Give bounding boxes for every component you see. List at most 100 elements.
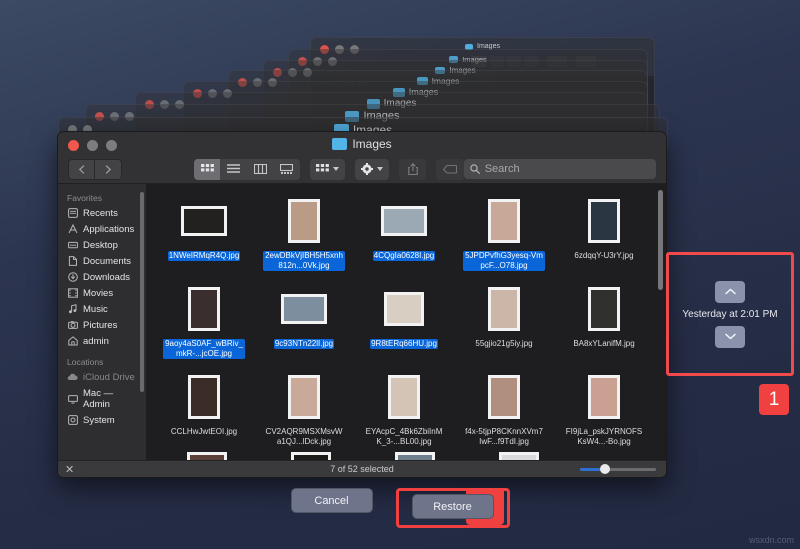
file-name-label: 5JPDPvfhG3yesq-VmpcF...O78.jpg <box>463 251 545 271</box>
sidebar-item-label: Applications <box>83 224 134 235</box>
sidebar-section-header-locations: Locations <box>58 354 146 369</box>
file-name-label: FI9jLa_pskJYRNOFSKsW4...-Bo.jpg <box>563 427 645 447</box>
view-mode-segmented-control[interactable] <box>194 159 300 180</box>
file-item[interactable] <box>476 452 562 460</box>
content-scrollbar[interactable] <box>658 190 663 290</box>
tag-button[interactable] <box>436 159 463 180</box>
file-name-label: f4x-5tjpP8CKnnXVm7IwF...f9TdI.jpg <box>463 427 545 447</box>
action-menu-button[interactable] <box>355 159 389 180</box>
file-item[interactable]: 4CQgIa0628I.jpg <box>354 190 454 278</box>
file-item[interactable]: 55gjio21g5iy.jpg <box>454 278 554 366</box>
icon-size-slider[interactable] <box>580 464 656 474</box>
list-view-button[interactable] <box>220 159 246 180</box>
file-grid-area: 1NWeIRMqR4Q.jpg 2ewDBkVjIBH5H5xnh812n...0… <box>146 184 666 460</box>
sidebar-item-desktop[interactable]: Desktop <box>58 237 146 253</box>
slider-knob[interactable] <box>600 464 610 474</box>
sidebar-item-mac-admin[interactable]: Mac — Admin <box>58 385 146 412</box>
file-thumbnail-wrap <box>288 370 320 424</box>
file-thumbnail <box>588 199 620 243</box>
file-item[interactable]: CV2AQR9MSXMsvWa1QJ...lDck.jpg <box>254 366 354 454</box>
file-thumbnail <box>291 452 331 460</box>
file-item[interactable]: EYAcpC_4Bk6ZbiInMK_3-...BL00.jpg <box>354 366 454 454</box>
file-item[interactable]: CCLHwJwtEOI.jpg <box>154 366 254 454</box>
search-field[interactable]: Search <box>464 159 656 179</box>
file-name-label: 9aoy4aS0AF_wBRiv_mkR-...jcOE.jpg <box>163 339 245 359</box>
file-thumbnail <box>181 206 227 236</box>
file-thumbnail-wrap <box>188 370 220 424</box>
file-item[interactable]: f4x-5tjpP8CKnnXVm7IwF...f9TdI.jpg <box>454 366 554 454</box>
desktop-icon <box>67 240 78 251</box>
file-thumbnail <box>588 375 620 419</box>
file-item[interactable]: 2ewDBkVjIBH5H5xnh812n...0Vk.jpg <box>254 190 354 278</box>
file-thumbnail-wrap <box>181 194 227 248</box>
navigation-buttons <box>68 159 122 180</box>
file-item[interactable]: FI9jLa_pskJYRNOFSKsW4...-Bo.jpg <box>554 366 654 454</box>
file-item[interactable]: 9c93NTn22lI.jpg <box>254 278 354 366</box>
chevron-up-icon <box>725 288 736 295</box>
file-thumbnail <box>381 206 427 236</box>
gear-icon <box>361 163 373 175</box>
icon-view-button[interactable] <box>194 159 220 180</box>
window-title: Images <box>352 137 391 151</box>
date-stepper-panel-highlight: Yesterday at 2:01 PM <box>666 252 794 376</box>
sidebar-item-movies[interactable]: Movies <box>58 285 146 301</box>
file-thumbnail-wrap <box>384 282 424 336</box>
list-view-icon <box>227 164 240 174</box>
sidebar-item-applications[interactable]: Applications <box>58 221 146 237</box>
file-thumbnail-wrap <box>588 282 620 336</box>
file-item[interactable]: BA8xYLanifM.jpg <box>554 278 654 366</box>
group-by-button[interactable] <box>310 159 345 180</box>
restore-button[interactable]: Restore <box>412 494 494 519</box>
sidebar-item-icloud-drive[interactable]: iCloud Drive <box>58 369 146 385</box>
file-name-label: BA8xYLanifM.jpg <box>572 339 635 349</box>
share-button[interactable] <box>399 159 426 180</box>
file-name-label: 6zdqqY-U3rY.jpg <box>573 251 634 261</box>
sidebar-item-system[interactable]: System <box>58 412 146 428</box>
timeline-down-button[interactable] <box>715 326 745 348</box>
sidebar-section-header-favorites: Favorites <box>58 190 146 205</box>
file-name-label: CV2AQR9MSXMsvWa1QJ...lDck.jpg <box>263 427 345 447</box>
forward-button[interactable] <box>95 159 122 180</box>
cancel-button[interactable]: Cancel <box>291 488 373 513</box>
file-thumbnail <box>499 452 539 460</box>
file-thumbnail <box>395 452 435 460</box>
tag-icon <box>443 165 457 174</box>
sidebar-item-pictures[interactable]: Pictures <box>58 317 146 333</box>
back-button[interactable] <box>68 159 95 180</box>
timeline-up-button[interactable] <box>715 281 745 303</box>
file-item[interactable] <box>268 452 354 460</box>
file-item[interactable]: 1NWeIRMqR4Q.jpg <box>154 190 254 278</box>
file-item[interactable]: 9R8tERq66HU.jpg <box>354 278 454 366</box>
music-icon <box>67 304 78 315</box>
sidebar-item-music[interactable]: Music <box>58 301 146 317</box>
gallery-view-button[interactable] <box>273 159 299 180</box>
status-bar: ✕ 7 of 52 selected <box>58 460 666 477</box>
sidebar-item-recents[interactable]: Recents <box>58 205 146 221</box>
sidebar-scrollbar[interactable] <box>140 192 144 392</box>
pictures-icon <box>67 320 78 331</box>
display-icon <box>67 393 78 404</box>
file-item[interactable]: 9aoy4aS0AF_wBRiv_mkR-...jcOE.jpg <box>154 278 254 366</box>
timeline-date-label: Yesterday at 2:01 PM <box>682 309 777 320</box>
file-thumbnail-wrap <box>588 194 620 248</box>
column-view-button[interactable] <box>247 159 273 180</box>
file-name-label: 1NWeIRMqR4Q.jpg <box>168 251 241 261</box>
sidebar-item-downloads[interactable]: Downloads <box>58 269 146 285</box>
file-item[interactable] <box>164 452 250 460</box>
sidebar-item-admin[interactable]: admin <box>58 333 146 349</box>
file-thumbnail <box>288 375 320 419</box>
file-thumbnail <box>488 199 520 243</box>
column-view-icon <box>254 164 267 174</box>
folder-icon <box>332 138 347 150</box>
share-icon <box>408 163 418 175</box>
file-item[interactable]: 5JPDPvfhG3yesq-VmpcF...O78.jpg <box>454 190 554 278</box>
file-item[interactable]: 6zdqqY-U3rY.jpg <box>554 190 654 278</box>
file-thumbnail <box>388 375 420 419</box>
file-item[interactable] <box>372 452 458 460</box>
sidebar: Favorites Recents Applications Desktop D… <box>58 184 146 460</box>
sidebar-item-documents[interactable]: Documents <box>58 253 146 269</box>
file-name-label: 9c93NTn22lI.jpg <box>274 339 334 349</box>
close-icon[interactable]: ✕ <box>65 463 74 476</box>
file-thumbnail-wrap <box>288 194 320 248</box>
sidebar-item-label: admin <box>83 336 109 347</box>
